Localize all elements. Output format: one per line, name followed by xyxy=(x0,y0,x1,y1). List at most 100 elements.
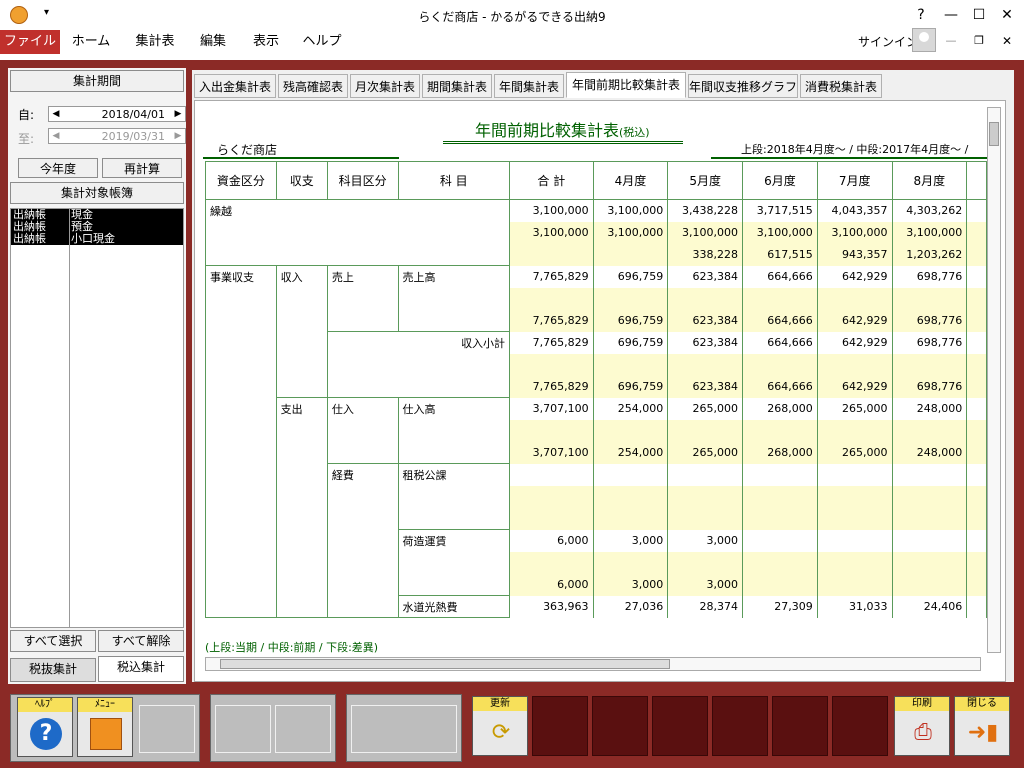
tab-annual-trend-graph[interactable]: 年間収支推移グラフ xyxy=(688,74,798,98)
menu-button[interactable]: ﾒﾆｭｰ xyxy=(77,697,133,757)
scrollbar-thumb[interactable] xyxy=(220,659,670,669)
scrollbar-thumb[interactable] xyxy=(989,122,999,146)
prev-arrow-icon[interactable]: ◀ xyxy=(49,107,63,121)
ribbon-minimize-button[interactable]: — xyxy=(936,28,966,54)
total-cell xyxy=(509,551,594,574)
tab-monthly-summary[interactable]: 月次集計表 xyxy=(350,74,420,98)
empty-slot xyxy=(215,705,271,753)
tab-balance-check[interactable]: 残高確認表 xyxy=(278,74,348,98)
month-cell: 698,776 xyxy=(891,331,968,354)
total-cell xyxy=(509,243,594,266)
empty-slot xyxy=(832,696,888,756)
total-cell: 7,765,829 xyxy=(509,309,594,332)
month-cell xyxy=(891,485,968,508)
book-list[interactable]: 出納帳 現金 出納帳 預金 出納帳 小口現金 xyxy=(10,208,184,628)
tab-annual-summary[interactable]: 年間集計表 xyxy=(494,74,564,98)
header-account-category: 科目区分 xyxy=(326,161,399,200)
menu-edit[interactable]: 編集 xyxy=(190,30,236,54)
vertical-scrollbar[interactable] xyxy=(987,107,1001,653)
to-date-field[interactable]: ◀ 2019/03/31 ▶ xyxy=(48,128,186,144)
list-item[interactable]: 出納帳 小口現金 xyxy=(11,233,183,245)
tax-excluded-tab[interactable]: 税抜集計 xyxy=(10,658,96,682)
printer-icon: ⎙ xyxy=(914,720,932,745)
month-cell: 3,100,000 xyxy=(891,221,968,244)
total-cell: 7,765,829 xyxy=(509,375,594,398)
prev-arrow-icon[interactable]: ◀ xyxy=(49,129,63,143)
month-cell: 3,717,515 xyxy=(742,199,818,222)
month-cell: 28,374 xyxy=(667,595,744,618)
month-cell: 254,000 xyxy=(592,397,669,420)
menu-help[interactable]: ヘルプ xyxy=(298,30,346,54)
month-cell xyxy=(891,529,968,552)
month-cell: 3,100,000 xyxy=(592,199,669,222)
menu-file[interactable]: ファイル xyxy=(0,30,60,54)
total-cell: 363,963 xyxy=(509,595,594,618)
target-books-button[interactable]: 集計対象帳簿 xyxy=(10,182,184,204)
month-cell xyxy=(816,419,893,442)
month-cell: 696,759 xyxy=(592,375,669,398)
next-arrow-icon[interactable]: ▶ xyxy=(171,129,185,143)
avatar[interactable] xyxy=(912,28,936,52)
print-button[interactable]: 印刷 ⎙ xyxy=(894,696,950,756)
tab-period-summary[interactable]: 期間集計表 xyxy=(422,74,492,98)
select-all-button[interactable]: すべて選択 xyxy=(10,630,96,652)
next-arrow-icon[interactable]: ▶ xyxy=(171,107,185,121)
help-icon[interactable]: ? xyxy=(906,2,936,28)
month-cell: 642,929 xyxy=(816,265,893,288)
month-cell: 4,043,357 xyxy=(816,199,893,222)
month-cell xyxy=(667,485,744,508)
month-cell: 24,406 xyxy=(891,595,968,618)
menu-reports[interactable]: 集計表 xyxy=(128,30,182,54)
tab-deposit-summary[interactable]: 入出金集計表 xyxy=(194,74,276,98)
account-sales: 売上高 xyxy=(397,265,511,332)
menu-view[interactable]: 表示 xyxy=(244,30,288,54)
menu-home[interactable]: ホーム xyxy=(66,30,116,54)
tab-annual-comparison[interactable]: 年間前期比較集計表 xyxy=(566,72,686,98)
from-date-field[interactable]: ◀ 2018/04/01 ▶ xyxy=(48,106,186,122)
toolbar-group xyxy=(346,694,462,762)
month-cell xyxy=(816,485,893,508)
empty-slot xyxy=(592,696,648,756)
total-cell xyxy=(509,507,594,530)
month-cell: 338,228 xyxy=(667,243,744,266)
update-button[interactable]: 更新 ⟳ xyxy=(472,696,528,756)
company-underline xyxy=(203,157,399,159)
month-cell: 696,759 xyxy=(592,331,669,354)
month-cell: 696,759 xyxy=(592,265,669,288)
report-title: 年間前期比較集計表(税込) xyxy=(475,121,650,140)
title-bar: ▾ らくだ商店 - かるがるできる出納9 ? — ☐ ✕ xyxy=(0,0,1024,30)
account-purchase: 仕入高 xyxy=(397,397,511,464)
deselect-all-button[interactable]: すべて解除 xyxy=(98,630,184,652)
close-app-button[interactable]: 閉じる ➜▮ xyxy=(954,696,1010,756)
recalc-button[interactable]: 再計算 xyxy=(102,158,182,178)
to-date-value: 2019/03/31 xyxy=(101,130,165,143)
month-cell xyxy=(816,287,893,310)
month-cell: 268,000 xyxy=(742,397,818,420)
horizontal-scrollbar[interactable] xyxy=(205,657,981,671)
period-button[interactable]: 集計期間 xyxy=(10,70,184,92)
report-table-viewport[interactable]: 資金区分 収支 科目区分 科 目 合 計 4月度 5月度 6月度 7月度 8月度… xyxy=(205,161,987,635)
month-cell: 31,033 xyxy=(816,595,893,618)
minimize-button[interactable]: — xyxy=(936,2,966,28)
ribbon-close-button[interactable]: ✕ xyxy=(992,28,1022,54)
tab-consumption-tax[interactable]: 消費税集計表 xyxy=(800,74,882,98)
signin-link[interactable]: サインイン xyxy=(858,30,918,54)
maximize-button[interactable]: ☐ xyxy=(964,2,994,28)
help-button[interactable]: ﾍﾙﾌﾟ ? xyxy=(17,697,73,757)
close-button[interactable]: ✕ xyxy=(992,2,1022,28)
this-year-button[interactable]: 今年度 xyxy=(18,158,98,178)
report-table: 資金区分 収支 科目区分 科 目 合 計 4月度 5月度 6月度 7月度 8月度… xyxy=(205,161,987,618)
tax-included-tab[interactable]: 税込集計 xyxy=(98,656,184,682)
ribbon-restore-button[interactable]: ❐ xyxy=(964,28,994,54)
month-cell: 248,000 xyxy=(891,397,968,420)
month-cell xyxy=(816,507,893,530)
income-subtotal-label: 収入小計 xyxy=(326,331,511,398)
total-cell xyxy=(509,463,594,486)
month-cell xyxy=(742,573,818,596)
empty-slot xyxy=(652,696,708,756)
table-row: 繰越 3,100,000 3,100,000 3,438,228 3,717,515 4,… xyxy=(205,199,987,266)
refresh-icon: ⟳ xyxy=(491,720,511,745)
total-cell: 7,765,829 xyxy=(509,331,594,354)
month-cell xyxy=(891,573,968,596)
month-cell: 642,929 xyxy=(816,375,893,398)
